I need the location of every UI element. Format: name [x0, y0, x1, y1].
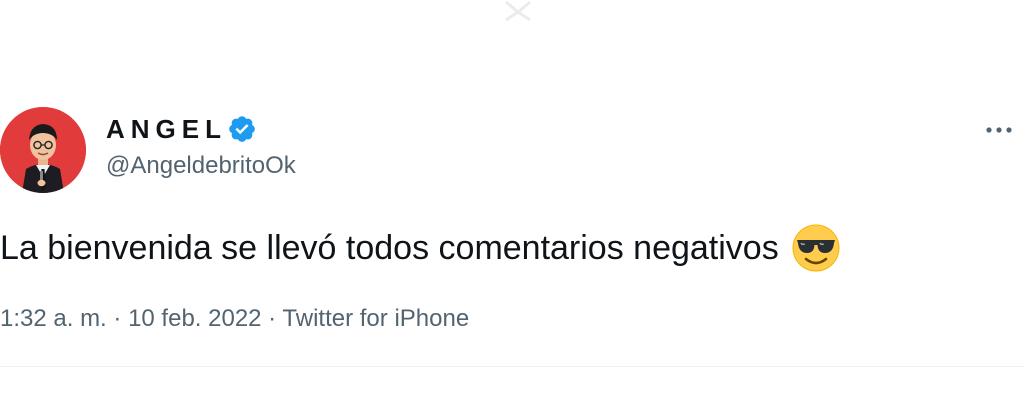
- tweet-card: ANGEL @AngeldebritoOk La bienvenida se l…: [0, 0, 1024, 419]
- tweet-body: La bienvenida se llevó todos comentarios…: [0, 223, 841, 273]
- handle[interactable]: @AngeldebritoOk: [106, 152, 296, 180]
- sunglasses-emoji-icon: [791, 223, 841, 273]
- display-name[interactable]: ANGEL: [106, 114, 227, 145]
- tweet-source-link[interactable]: Twitter for iPhone: [282, 305, 469, 332]
- top-faded-icon: [498, 0, 538, 22]
- meta-separator: ·: [261, 305, 283, 332]
- meta-separator: ·: [106, 305, 129, 332]
- avatar[interactable]: [0, 107, 86, 193]
- divider: [0, 366, 1024, 367]
- tweet-text: La bienvenida se llevó todos comentarios…: [0, 228, 779, 267]
- more-dots-icon: [985, 126, 1013, 134]
- name-row: ANGEL: [106, 114, 296, 144]
- verified-badge-icon: [227, 114, 257, 144]
- tweet-time[interactable]: 1:32 a. m.: [0, 305, 107, 332]
- author-block: ANGEL @AngeldebritoOk: [106, 114, 296, 180]
- tweet-date[interactable]: 10 feb. 2022: [128, 305, 261, 332]
- more-options-button[interactable]: [982, 120, 1016, 140]
- tweet-meta: 1:32 a. m. · 10 feb. 2022 · Twitter for …: [0, 305, 469, 333]
